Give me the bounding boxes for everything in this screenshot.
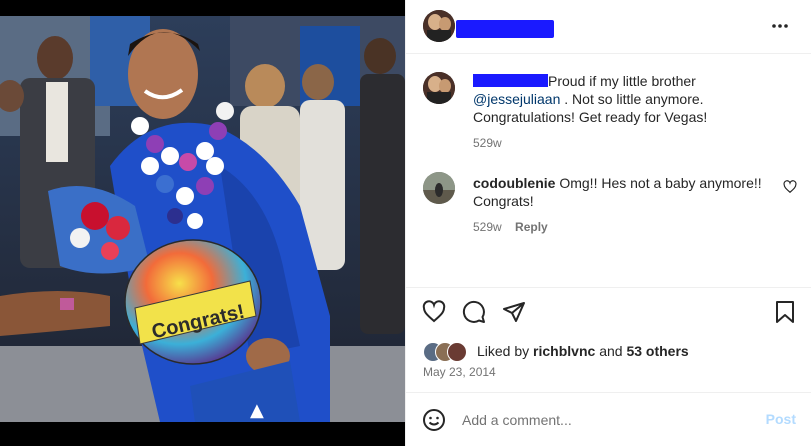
bookmark-icon <box>776 301 794 323</box>
actions-divider <box>406 287 811 289</box>
comment-meta: 529w Reply <box>473 218 773 236</box>
comment-input[interactable] <box>462 410 742 430</box>
comment-item: codoublenie Omg!! Hes not a baby anymore… <box>473 174 773 236</box>
liked-by-prefix: Liked by <box>477 343 530 359</box>
commenter-avatar[interactable] <box>423 172 455 204</box>
comment-like-button[interactable] <box>783 180 797 194</box>
comment-icon <box>462 300 485 323</box>
post-date: May 23, 2014 <box>423 365 496 379</box>
share-icon <box>503 302 525 322</box>
avatar-photo <box>423 10 455 42</box>
add-comment-bar: Post <box>406 392 811 446</box>
post-photo[interactable]: Congrats! ▲ <box>0 16 405 422</box>
emoji-icon <box>423 409 445 431</box>
more-icon <box>772 24 788 28</box>
heart-outline-icon <box>783 180 797 194</box>
svg-text:▲: ▲ <box>250 400 264 421</box>
heart-icon <box>422 300 446 323</box>
avatar-photo <box>423 72 455 104</box>
author-username-redacted[interactable] <box>456 20 554 38</box>
like-button[interactable] <box>422 300 446 324</box>
comment-age: 529w <box>473 220 502 234</box>
liked-by-and: and <box>599 343 623 359</box>
caption-username-redacted[interactable] <box>473 74 548 87</box>
emoji-button[interactable] <box>422 408 446 432</box>
share-button[interactable] <box>502 300 526 324</box>
comment-reply-button[interactable]: Reply <box>515 220 548 234</box>
caption-age: 529w <box>473 136 502 150</box>
liked-by-user-link[interactable]: richblvnc <box>533 343 595 359</box>
post-comment-button[interactable]: Post <box>766 411 796 427</box>
post-caption: Proud if my little brother @jessejuliaan… <box>473 72 793 152</box>
post-photo-pane: Congrats! ▲ <box>0 0 405 446</box>
caption-text-start: Proud if my little brother <box>548 73 696 89</box>
liked-by-others-link[interactable]: 53 others <box>626 343 688 359</box>
comment-username[interactable]: codoublenie <box>473 175 555 191</box>
more-options-button[interactable] <box>768 14 792 38</box>
post-details-pane: Proud if my little brother @jessejuliaan… <box>405 0 811 446</box>
caption-mention-link[interactable]: @jessejuliaan <box>473 91 560 107</box>
comment-button[interactable] <box>462 300 486 324</box>
post-header <box>406 0 811 54</box>
likes-text: Liked by richblvnc and 53 others <box>477 343 689 359</box>
liker-avatar[interactable] <box>447 342 467 362</box>
graduation-photo: Congrats! ▲ <box>0 16 405 422</box>
avatar-photo <box>423 172 455 204</box>
author-avatar[interactable] <box>423 10 455 42</box>
caption-author-avatar[interactable] <box>423 72 455 104</box>
save-button[interactable] <box>773 300 797 324</box>
